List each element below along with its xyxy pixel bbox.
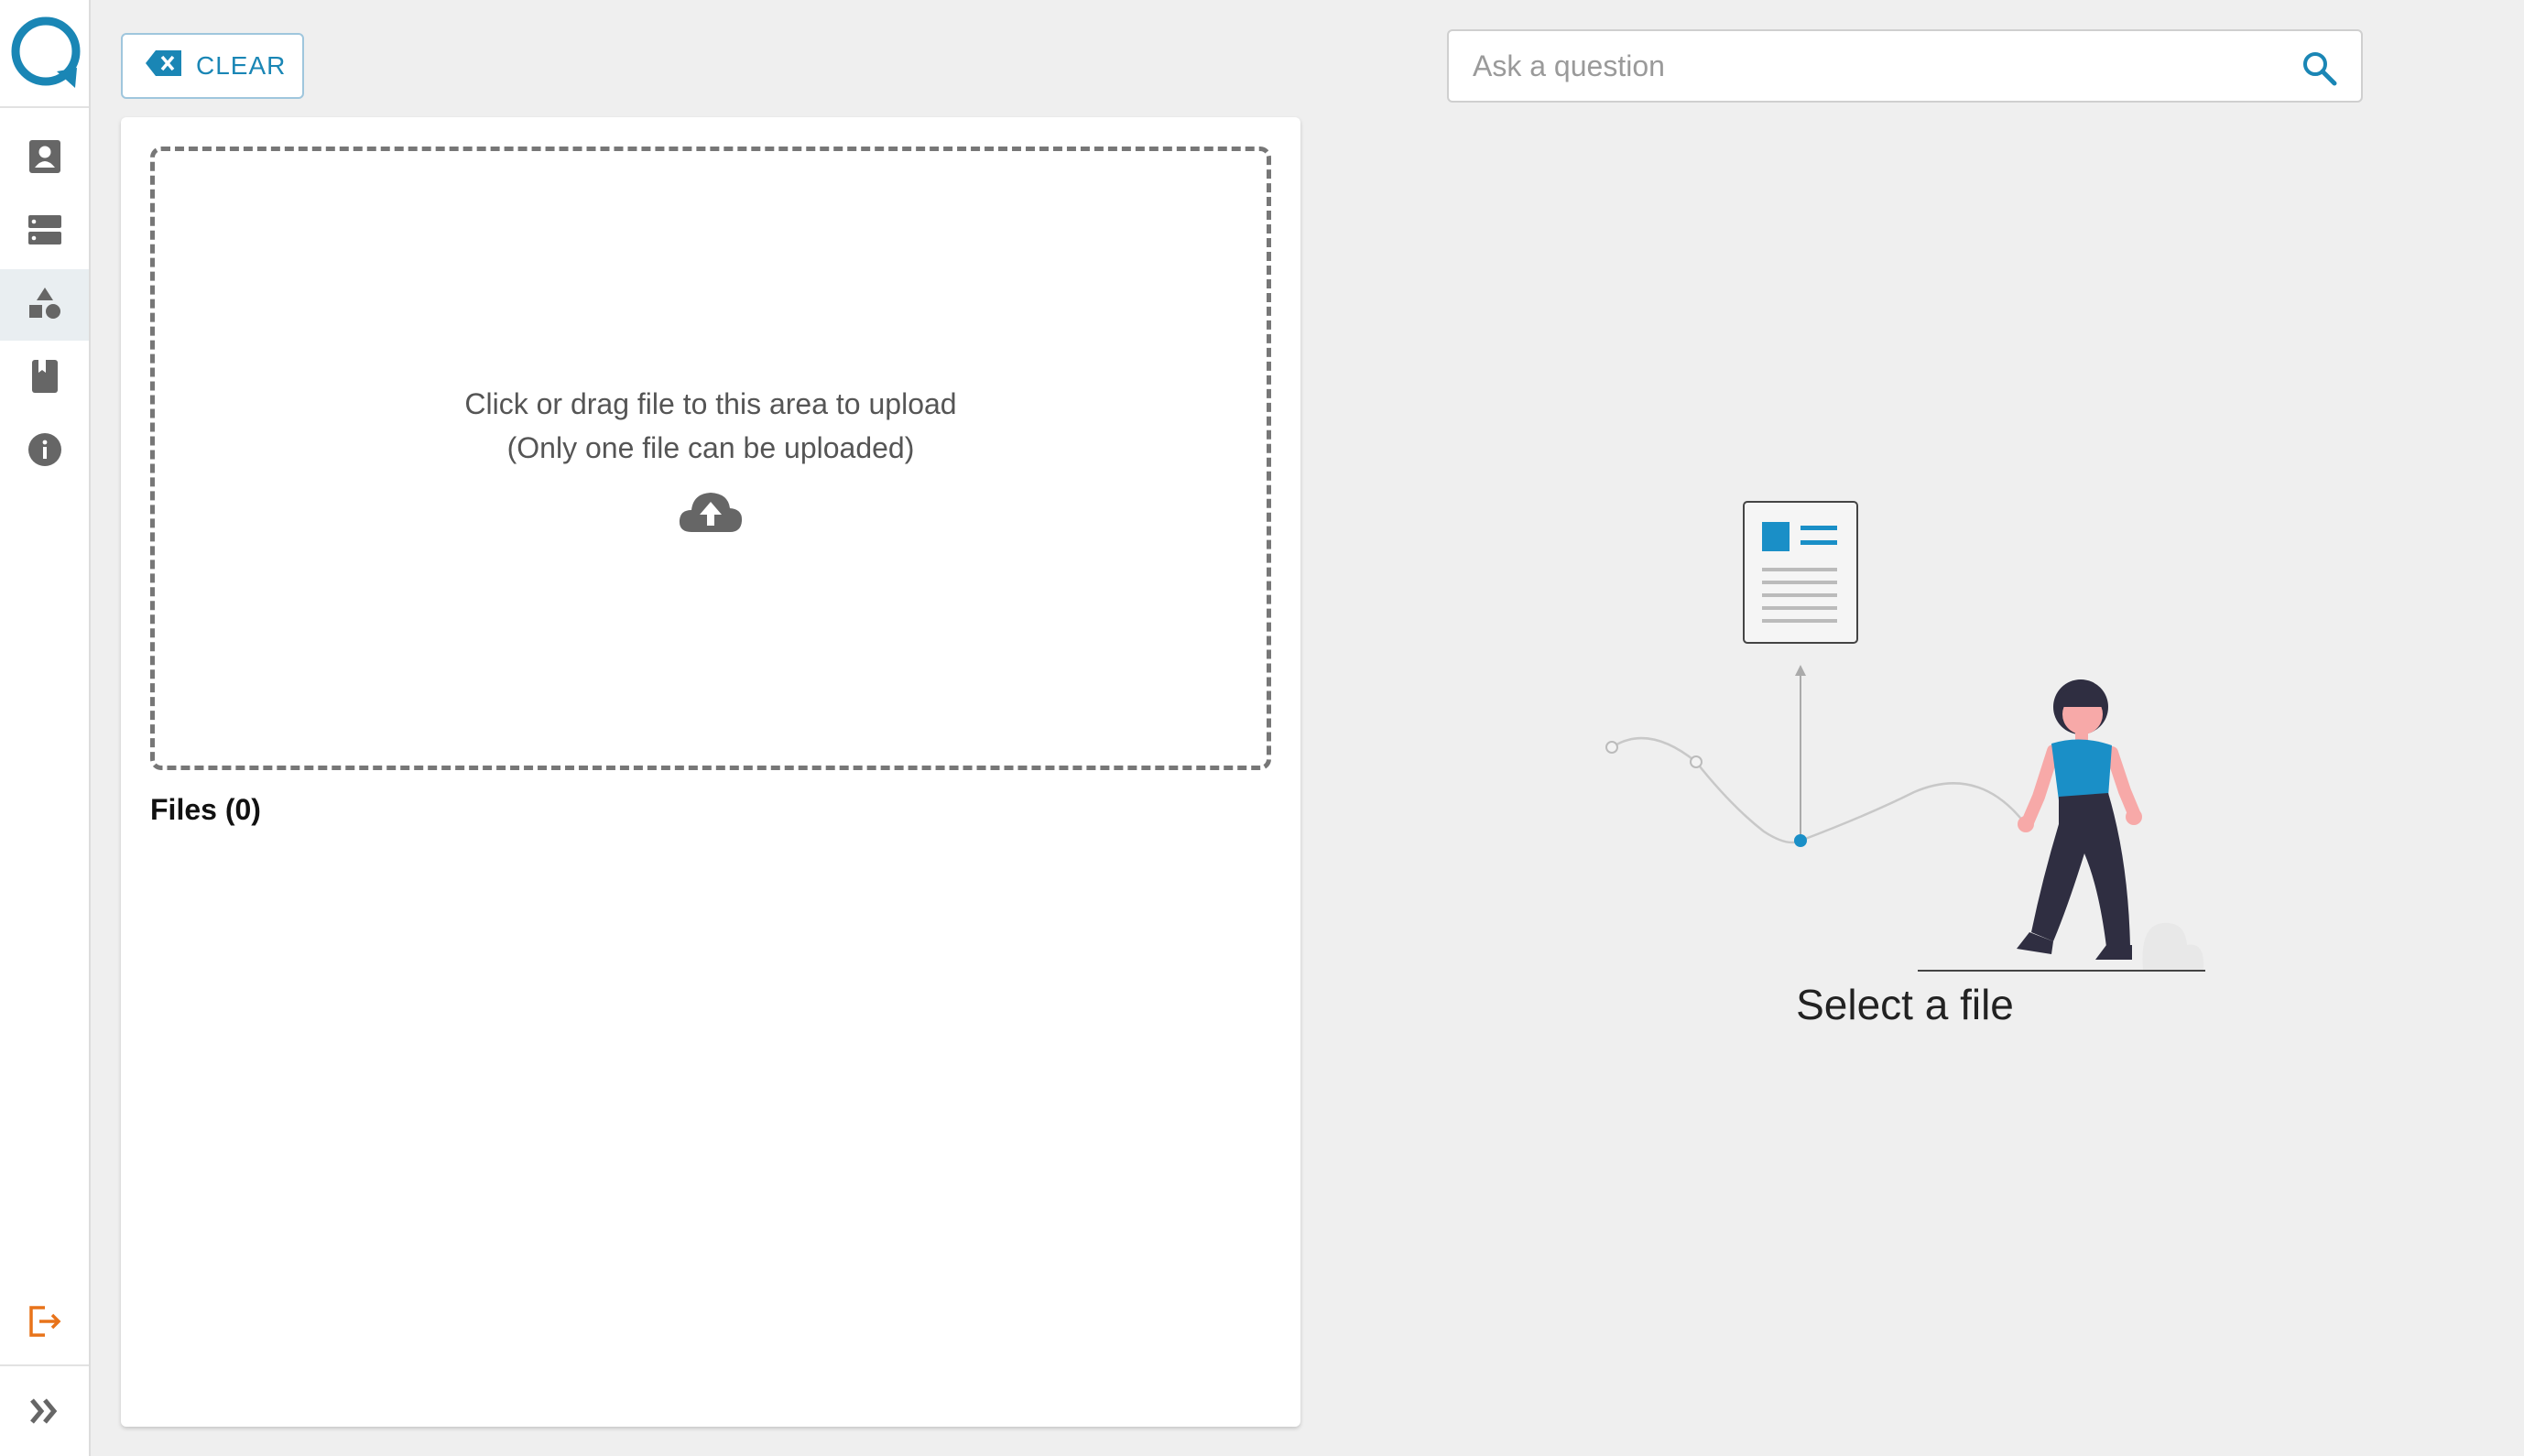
sidebar-item-sources[interactable] [0, 196, 89, 267]
sidebar-item-templates[interactable] [0, 269, 89, 341]
question-input[interactable] [1449, 34, 2273, 98]
app-root: CLEAR Click or drag file to this area to… [0, 0, 2524, 1456]
question-search-bar [1447, 29, 2363, 103]
bookmark-book-icon [27, 358, 63, 399]
expand-double-chevron-icon [27, 1393, 63, 1434]
sidebar-item-profile[interactable] [0, 123, 89, 194]
dropzone-note: (Only one file can be uploaded) [506, 430, 915, 464]
sidebar-divider [0, 106, 89, 108]
logout-icon [27, 1303, 63, 1344]
logout-button[interactable] [0, 1288, 89, 1359]
cloud-upload-icon [677, 486, 745, 536]
expand-sidebar-button[interactable] [0, 1377, 89, 1449]
sidebar-item-about[interactable] [0, 416, 89, 487]
sidebar-divider [0, 1364, 89, 1366]
sidebar [0, 0, 91, 1456]
dropzone-instruction: Click or drag file to this area to uploa… [464, 386, 957, 420]
clear-button[interactable]: CLEAR [121, 33, 304, 99]
backspace-clear-icon [145, 49, 183, 84]
shapes-icon [27, 285, 63, 326]
empty-state-illustration [1594, 494, 2216, 980]
upload-panel: Click or drag file to this area to uploa… [121, 117, 1300, 1427]
user-badge-icon [27, 138, 63, 179]
app-logo[interactable] [9, 15, 82, 90]
empty-state-message: Select a file [1796, 981, 2014, 1028]
search-icon[interactable] [2301, 49, 2337, 86]
file-dropzone[interactable]: Click or drag file to this area to uploa… [150, 147, 1271, 770]
server-icon [27, 212, 63, 253]
info-icon [27, 431, 63, 473]
files-count-heading: Files (0) [150, 793, 261, 826]
sidebar-item-library[interactable] [0, 342, 89, 414]
clear-button-label: CLEAR [196, 51, 287, 80]
